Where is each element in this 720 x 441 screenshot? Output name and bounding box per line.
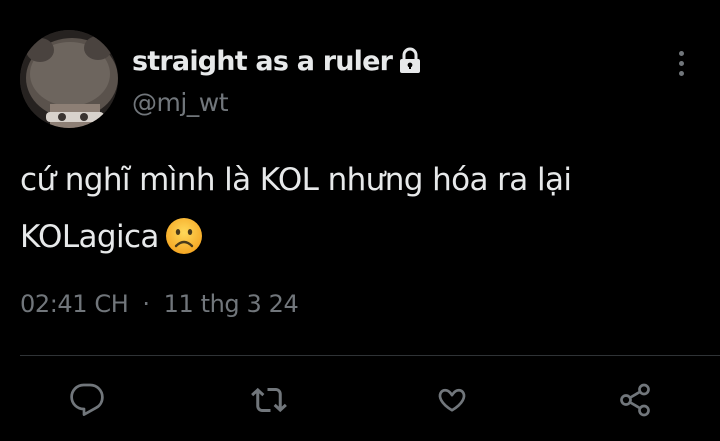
like-button[interactable] xyxy=(432,380,472,420)
retweet-icon xyxy=(251,387,287,413)
reply-button[interactable] xyxy=(67,380,107,420)
more-options-icon[interactable] xyxy=(668,46,694,80)
more-dot xyxy=(678,60,684,66)
display-name[interactable]: straight as a ruler xyxy=(132,46,393,77)
tweet-time[interactable]: 02:41 CH xyxy=(20,290,129,318)
tweet-text-line-1: cứ nghĩ mình là KOL nhưng hóa ra lại xyxy=(20,162,572,198)
meta-separator: · xyxy=(142,290,150,318)
author-name-row[interactable]: straight as a ruler xyxy=(132,42,422,80)
avatar-image xyxy=(20,30,118,128)
more-dot xyxy=(678,50,684,56)
reply-icon xyxy=(70,383,104,416)
avatar[interactable] xyxy=(20,30,118,128)
tweet-text-line-2-text: KOLagica xyxy=(20,219,159,255)
divider xyxy=(20,355,720,356)
like-icon xyxy=(438,388,466,412)
tweet-date[interactable]: 11 thg 3 24 xyxy=(164,290,299,318)
share-button[interactable] xyxy=(615,380,655,420)
share-icon xyxy=(620,383,650,417)
more-dot xyxy=(678,70,684,76)
author-handle[interactable]: @mj_wt xyxy=(132,88,229,117)
retweet-button[interactable] xyxy=(249,380,289,420)
lock-icon xyxy=(398,47,422,75)
tweet-text: cứ nghĩ mình là KOL nhưng hóa ra lại KOL… xyxy=(20,152,700,266)
tweet-meta: 02:41 CH · 11 thg 3 24 xyxy=(20,286,299,322)
frowning-face-emoji-icon xyxy=(165,217,203,255)
tweet-text-line-2: KOLagica xyxy=(20,209,700,266)
